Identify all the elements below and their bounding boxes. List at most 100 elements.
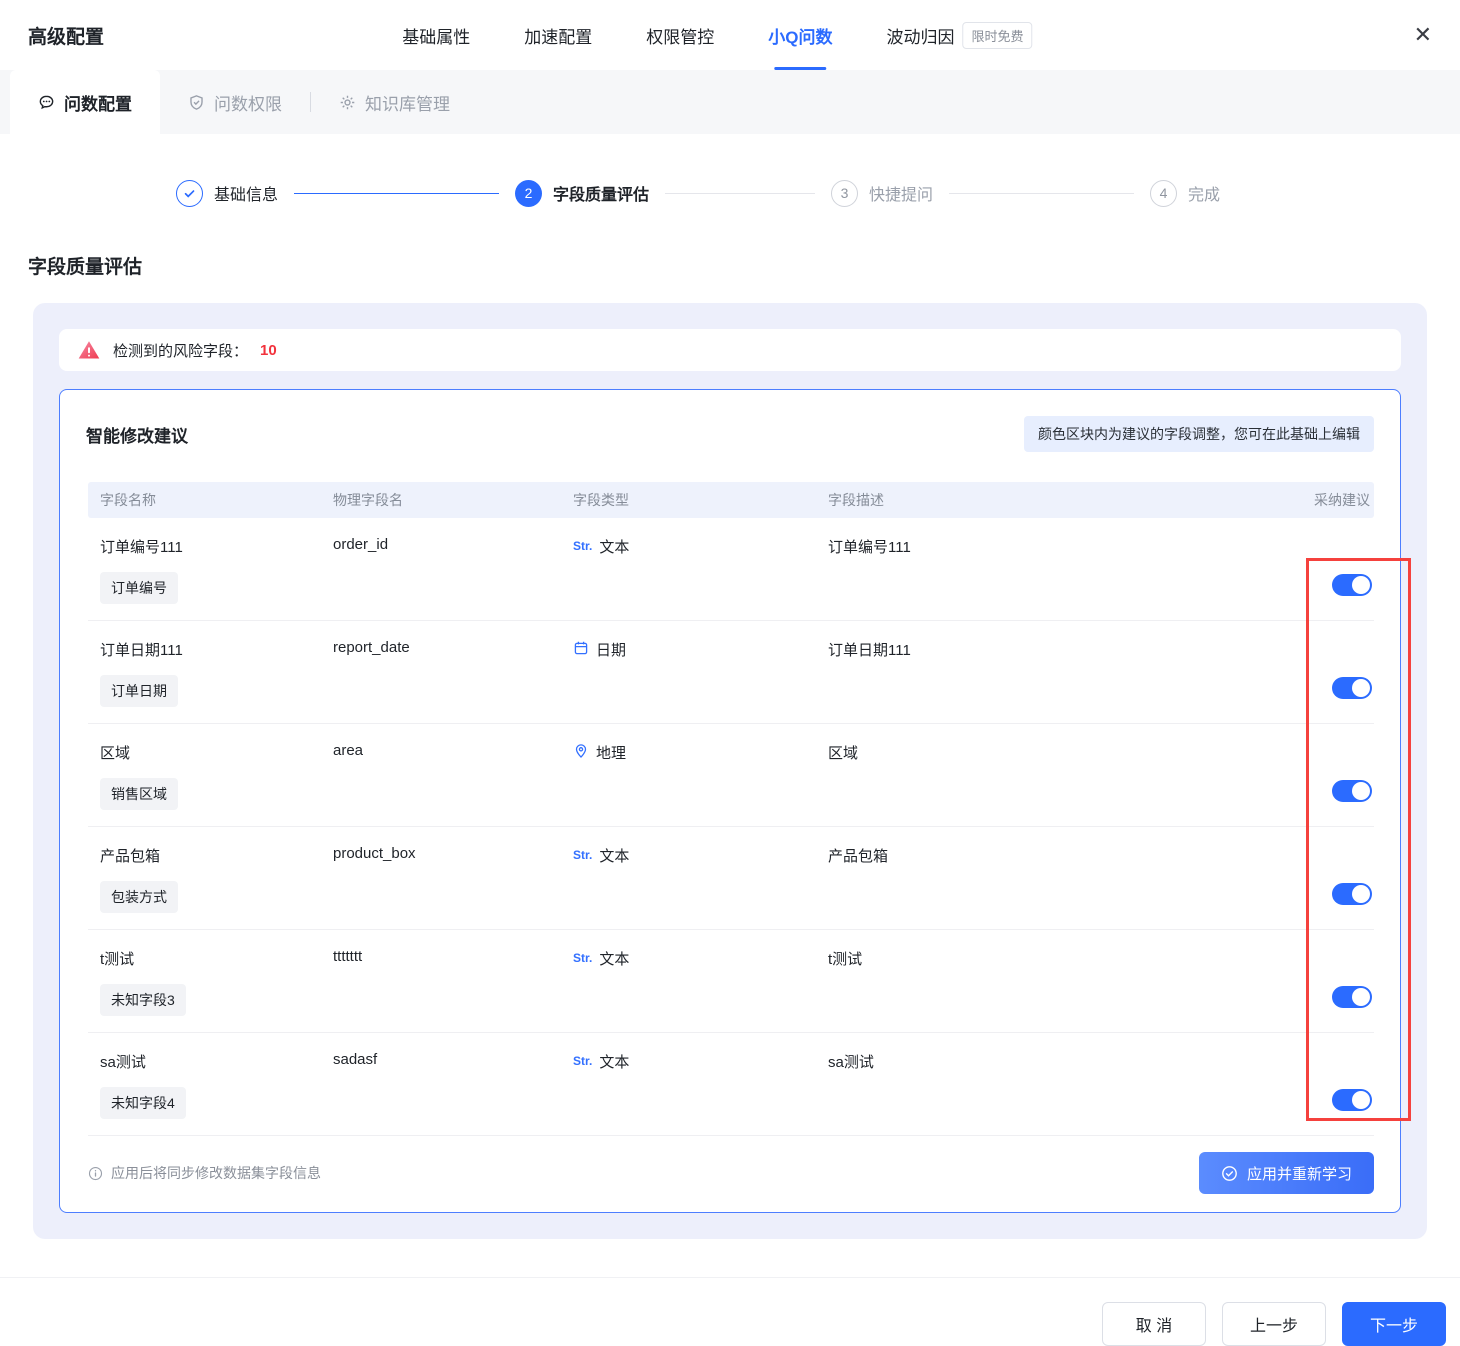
suggested-field-tag[interactable]: 订单编号: [100, 572, 178, 604]
subtab-label: 知识库管理: [365, 90, 450, 115]
tab-acceleration-config[interactable]: 加速配置: [524, 0, 592, 70]
field-name-cell: 订单日期111 订单日期: [88, 639, 333, 723]
tab-xiaoq-ask[interactable]: 小Q问数: [768, 0, 832, 70]
tab-label: 基础属性: [402, 23, 470, 48]
adopt-cell: [1224, 536, 1374, 620]
suggested-field-tag[interactable]: 包装方式: [100, 881, 178, 913]
field-name: 订单编号111: [100, 536, 333, 557]
field-type-cell: Str.文本: [573, 1051, 828, 1135]
step-connector: [294, 193, 499, 194]
subtab-label: 问数权限: [214, 90, 282, 115]
suggested-field-tag[interactable]: 销售区域: [100, 778, 178, 810]
field-type-cell: 日期: [573, 639, 828, 723]
step-label-field-quality: 字段质量评估: [553, 181, 649, 205]
step-connector: [665, 193, 815, 194]
physical-field-name: ttttttt: [333, 948, 573, 1032]
subtab-ask-permission[interactable]: 问数权限: [160, 70, 310, 134]
tab-label: 波动归因: [887, 23, 955, 48]
table-row: 订单编号111 订单编号 order_id Str.文本 订单编号111: [88, 518, 1374, 621]
field-type-cell: Str. 文本: [573, 845, 828, 929]
col-header-field-desc: 字段描述: [828, 490, 1224, 510]
adopt-toggle[interactable]: [1332, 574, 1372, 596]
dialog-header: 高级配置 基础属性 加速配置 权限管控 小Q问数 波动归因 限时免费 ✕: [0, 0, 1460, 70]
adopt-toggle[interactable]: [1332, 677, 1372, 699]
tab-label: 加速配置: [524, 23, 592, 48]
field-name-cell: t测试 未知字段3: [88, 948, 333, 1032]
adopt-cell: [1224, 948, 1374, 1032]
col-header-adopt: 采纳建议: [1224, 490, 1374, 510]
string-type-icon: Str.: [573, 1054, 592, 1068]
col-header-field-type: 字段类型: [573, 490, 828, 510]
top-tab-bar: 基础属性 加速配置 权限管控 小Q问数 波动归因 限时免费: [402, 0, 1032, 70]
tab-permission-control[interactable]: 权限管控: [646, 0, 714, 70]
sync-note-text: 应用后将同步修改数据集字段信息: [111, 1163, 321, 1183]
smart-suggestion-panel: 智能修改建议 颜色区块内为建议的字段调整，您可在此基础上编辑 字段名称 物理字段…: [59, 389, 1401, 1213]
field-description: sa测试: [828, 1051, 1224, 1135]
field-name-cell: 订单编号111 订单编号: [88, 536, 333, 620]
field-description: 订单编号111: [828, 536, 1224, 620]
table-row: 区域 销售区域 area 地理 区域: [88, 724, 1374, 827]
field-description: 订单日期111: [828, 639, 1224, 723]
col-header-field-name: 字段名称: [88, 490, 333, 510]
field-name: 区域: [100, 742, 333, 763]
adopt-toggle[interactable]: [1332, 780, 1372, 802]
panel-head: 智能修改建议 颜色区块内为建议的字段调整，您可在此基础上编辑: [60, 390, 1400, 482]
subtab-label: 问数配置: [64, 90, 132, 115]
cancel-button[interactable]: 取 消: [1102, 1302, 1206, 1346]
table-row: sa测试 未知字段4 sadasf Str.文本 sa测试: [88, 1033, 1374, 1136]
subtab-ask-config[interactable]: 问数配置: [10, 70, 160, 134]
adopt-toggle[interactable]: [1332, 883, 1372, 905]
quality-panel: 检测到的风险字段： 10 智能修改建议 颜色区块内为建议的字段调整，您可在此基础…: [33, 303, 1427, 1239]
field-type-cell: Str.文本: [573, 948, 828, 1032]
field-description: 区域: [828, 742, 1224, 826]
close-icon[interactable]: ✕: [1414, 24, 1432, 46]
field-name: sa测试: [100, 1051, 333, 1072]
chat-icon: [38, 94, 55, 111]
col-header-physical-name: 物理字段名: [333, 490, 573, 510]
physical-field-name: order_id: [333, 536, 573, 620]
field-description: t测试: [828, 948, 1224, 1032]
adopt-cell: [1224, 1051, 1374, 1135]
section-title: 字段质量评估: [28, 252, 1460, 279]
sync-note: 应用后将同步修改数据集字段信息: [88, 1163, 321, 1183]
field-type-label: 文本: [599, 845, 629, 866]
field-name-cell: 区域 销售区域: [88, 742, 333, 826]
step-label-quick-question: 快捷提问: [869, 181, 933, 205]
string-type-icon: Str.: [573, 951, 592, 965]
tab-label: 权限管控: [646, 23, 714, 48]
tab-fluctuation-attribution[interactable]: 波动归因 限时免费: [887, 0, 1033, 70]
apply-relearn-label: 应用并重新学习: [1247, 1163, 1352, 1184]
adopt-cell: [1224, 639, 1374, 723]
tab-basic-attributes[interactable]: 基础属性: [402, 0, 470, 70]
risk-alert-label: 检测到的风险字段：: [113, 340, 248, 361]
suggested-field-tag[interactable]: 未知字段3: [100, 984, 186, 1016]
tab-label: 小Q问数: [768, 23, 832, 48]
step-done-check-icon: [176, 180, 203, 207]
subtab-strip: 问数配置 问数权限 知识库管理: [0, 70, 1460, 134]
risk-count: 10: [260, 342, 277, 359]
suggested-field-tag[interactable]: 订单日期: [100, 675, 178, 707]
adopt-toggle[interactable]: [1332, 1089, 1372, 1111]
adopt-toggle[interactable]: [1332, 986, 1372, 1008]
field-type-cell: 地理: [573, 742, 828, 826]
warning-icon: [77, 339, 101, 361]
free-trial-badge: 限时免费: [963, 22, 1033, 49]
prev-step-button[interactable]: 上一步: [1222, 1302, 1326, 1346]
next-step-button[interactable]: 下一步: [1342, 1302, 1446, 1346]
step-connector: [949, 193, 1134, 194]
subtab-knowledge-base[interactable]: 知识库管理: [311, 70, 478, 134]
physical-field-name: sadasf: [333, 1051, 573, 1135]
table-row: 订单日期111 订单日期 report_date 日期 订单日期111: [88, 621, 1374, 724]
adopt-cell: [1224, 845, 1374, 929]
panel-title: 智能修改建议: [86, 422, 188, 447]
shield-icon: [188, 94, 205, 111]
risk-alert-bar: 检测到的风险字段： 10: [59, 329, 1401, 371]
suggested-field-tag[interactable]: 未知字段4: [100, 1087, 186, 1119]
field-name: 订单日期111: [100, 639, 333, 660]
field-name: t测试: [100, 948, 333, 969]
apply-relearn-button[interactable]: 应用并重新学习: [1199, 1152, 1374, 1194]
suggestion-table: 字段名称 物理字段名 字段类型 字段描述 采纳建议 订单编号111 订单编号 o…: [88, 482, 1374, 1136]
string-type-icon: Str.: [573, 848, 592, 862]
info-icon: [88, 1166, 103, 1181]
gear-icon: [339, 94, 356, 111]
